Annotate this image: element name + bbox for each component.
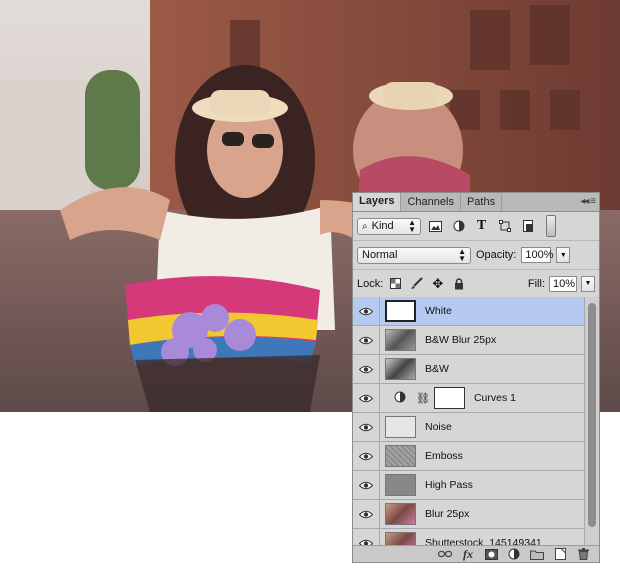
adjustment-layer-icon (394, 391, 406, 406)
dropdown-arrows-icon: ▲ ▼ (458, 247, 466, 263)
layer-name: B&W (425, 363, 449, 375)
eye-icon[interactable] (353, 296, 380, 326)
shape-filter-icon[interactable] (496, 218, 513, 235)
opacity-label: Opacity: (476, 249, 517, 261)
layers-scrollbar[interactable] (584, 297, 599, 547)
dropdown-arrows-icon: ▲ ▼ (408, 218, 416, 234)
tab-channels[interactable]: Channels (401, 194, 461, 211)
eye-icon[interactable] (353, 470, 380, 500)
layer-row[interactable]: Noise (353, 412, 585, 442)
lock-all-icon[interactable] (450, 275, 467, 292)
lock-transparent-pixels-icon[interactable] (387, 275, 404, 292)
mask-link-chain-icon[interactable]: ⛓ (416, 392, 430, 405)
layer-name: B&W Blur 25px (425, 334, 497, 346)
opacity-dropdown[interactable]: ▼ (556, 247, 571, 263)
kind-filter-dropdown[interactable]: ⌕ Kind ▲ ▼ (357, 217, 421, 235)
filter-row: ⌕ Kind ▲ ▼ T (353, 212, 599, 241)
layer-thumbnail (385, 416, 416, 438)
lock-label: Lock: (357, 277, 384, 290)
fill-label: Fill: (527, 277, 545, 290)
layer-list: White B&W Blur 25px B&W ⛓ Curves 1 Noise (353, 296, 585, 558)
tab-paths[interactable]: Paths (461, 194, 503, 211)
lock-position-move-icon[interactable]: ✥ (429, 275, 446, 292)
layer-name: Emboss (425, 450, 463, 462)
scrollbar-thumb[interactable] (588, 303, 596, 527)
type-filter-icon[interactable]: T (473, 218, 490, 235)
lock-row: Lock: ✥ Fill: 10% ▼ (353, 270, 599, 298)
adjustment-layer-icon[interactable] (507, 548, 521, 561)
layers-panel: Layers Channels Paths ◂◂ ≡ ⌕ Kind ▲ ▼ T N… (352, 192, 600, 563)
layer-row[interactable]: Emboss (353, 441, 585, 471)
panel-bottom-toolbar: fx (353, 545, 599, 562)
mask-icon[interactable] (484, 548, 498, 561)
layer-name: White (425, 305, 452, 317)
layer-thumbnail (385, 445, 416, 467)
link-layers-icon[interactable] (438, 548, 452, 561)
fx-icon[interactable]: fx (461, 547, 475, 561)
new-layer-icon[interactable] (553, 548, 567, 561)
lock-image-pixels-brush-icon[interactable] (408, 275, 425, 292)
layer-thumbnail (385, 474, 416, 496)
smart-object-filter-icon[interactable] (519, 218, 536, 235)
layer-thumbnail (385, 329, 416, 351)
fill-dropdown[interactable]: ▼ (581, 275, 595, 292)
layer-row[interactable]: B&W (353, 354, 585, 384)
pixel-filter-icon[interactable] (427, 218, 444, 235)
kind-filter-label: Kind (371, 220, 394, 232)
eye-icon[interactable] (353, 383, 380, 413)
eye-icon[interactable] (353, 441, 380, 471)
layer-thumbnail (385, 300, 416, 322)
trash-icon[interactable] (576, 548, 590, 561)
layer-name: Curves 1 (473, 392, 516, 404)
layer-name: Blur 25px (425, 508, 470, 520)
panel-menu-icon[interactable]: ◂◂ ≡ (580, 196, 596, 207)
panel-tabs: Layers Channels Paths ◂◂ ≡ (353, 193, 599, 212)
blend-mode-value: Normal (362, 249, 398, 261)
eye-icon[interactable] (353, 325, 380, 355)
eye-icon[interactable] (353, 412, 380, 442)
layer-row[interactable]: ⛓ Curves 1 (353, 383, 585, 413)
opacity-field[interactable]: 100% (521, 247, 554, 263)
fill-field[interactable]: 10% (549, 275, 577, 292)
layer-row[interactable]: B&W Blur 25px (353, 325, 585, 355)
layer-row[interactable]: Blur 25px (353, 499, 585, 529)
tab-layers[interactable]: Layers (353, 193, 402, 211)
eye-icon[interactable] (353, 354, 380, 384)
filter-toggle-switch[interactable] (546, 215, 556, 237)
adjustment-filter-icon[interactable] (450, 218, 467, 235)
blend-mode-dropdown[interactable]: Normal ▲ ▼ (357, 246, 471, 264)
blending-row: Normal ▲ ▼ Opacity: 100% ▼ (353, 241, 599, 270)
layer-name: Noise (425, 421, 452, 433)
layer-name: High Pass (425, 479, 473, 491)
layer-thumbnail (385, 503, 416, 525)
group-folder-icon[interactable] (530, 548, 544, 561)
eye-icon[interactable] (353, 499, 380, 529)
layer-mask-thumbnail (433, 387, 465, 409)
layer-row[interactable]: White (353, 296, 585, 326)
layer-thumbnail (385, 358, 416, 380)
search-icon: ⌕ (362, 220, 368, 232)
layer-row[interactable]: High Pass (353, 470, 585, 500)
